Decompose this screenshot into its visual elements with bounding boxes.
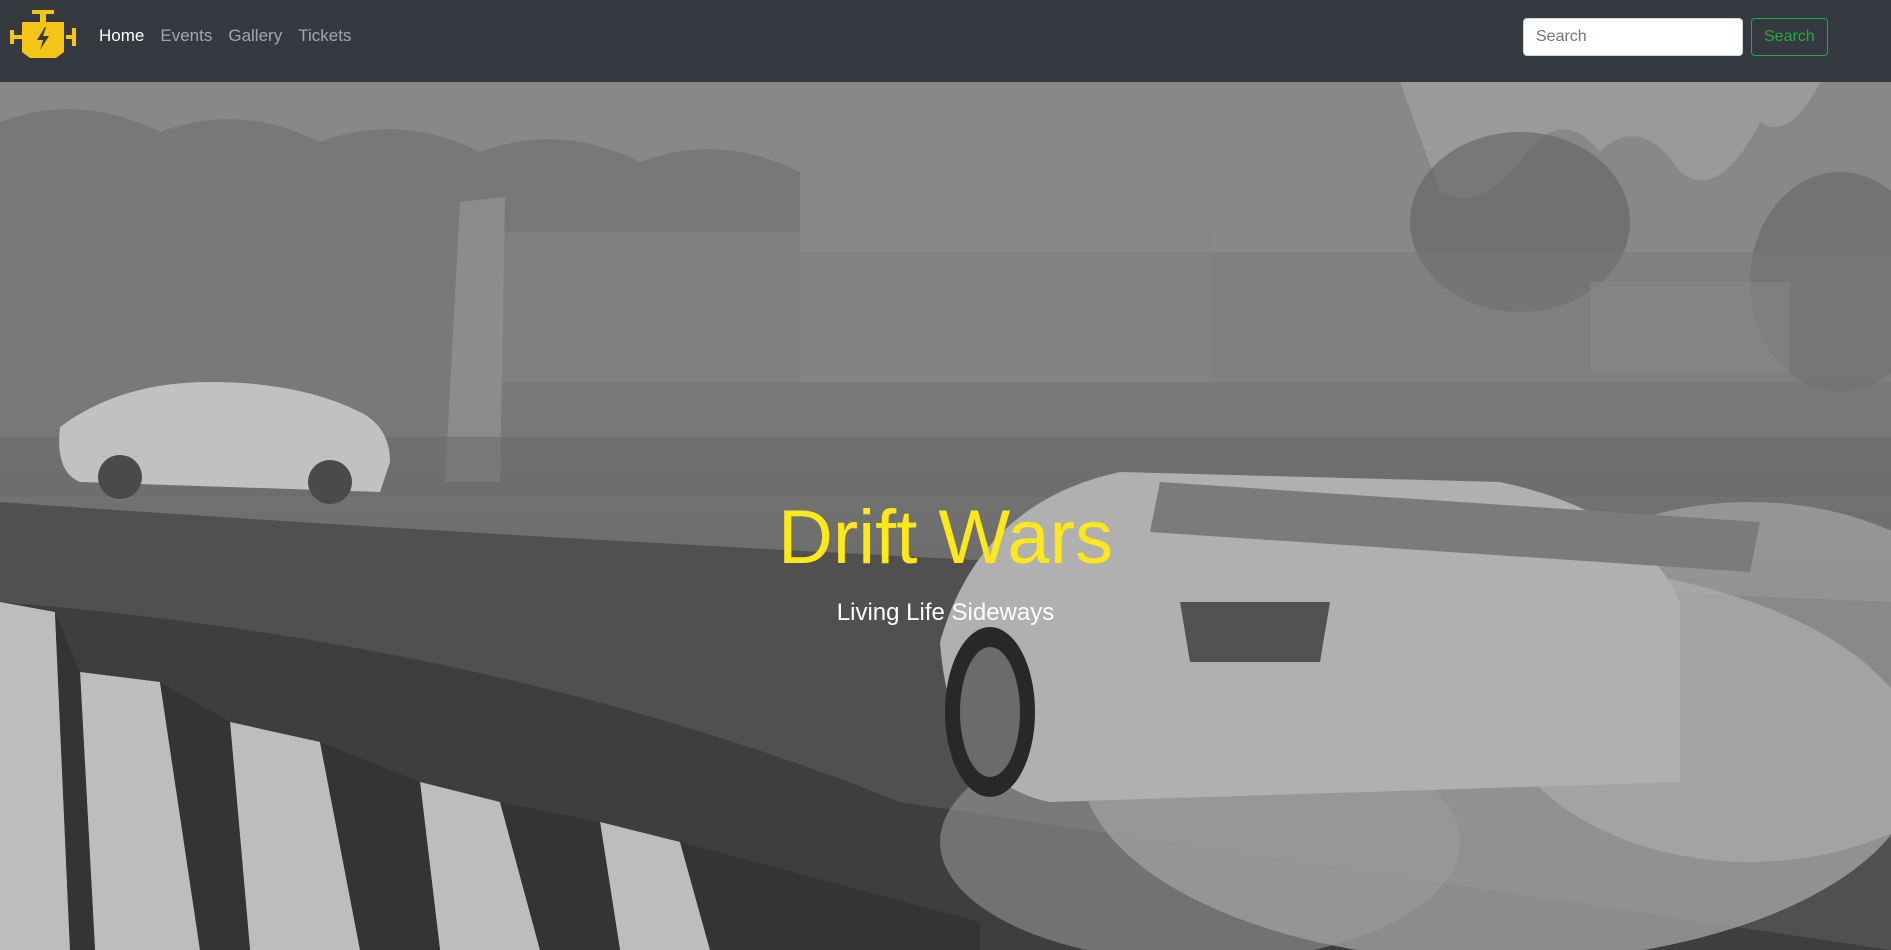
- nav-home[interactable]: Home: [99, 26, 144, 46]
- hero-title: Drift Wars: [778, 495, 1113, 580]
- hero-subtitle: Living Life Sideways: [836, 599, 1055, 626]
- search-input[interactable]: [1523, 18, 1743, 56]
- nav-events[interactable]: Events: [160, 26, 212, 46]
- search-button[interactable]: Search: [1751, 18, 1828, 56]
- nav-tickets[interactable]: Tickets: [298, 26, 351, 46]
- top-navbar: Home Events Gallery Tickets Search: [0, 0, 1891, 82]
- hero-banner: Drift Wars Living Life Sideways: [0, 82, 1891, 950]
- nav-gallery[interactable]: Gallery: [228, 26, 282, 46]
- main-nav: Home Events Gallery Tickets: [99, 26, 351, 46]
- engine-warning-icon[interactable]: [10, 10, 76, 60]
- search-form: Search: [1523, 18, 1828, 56]
